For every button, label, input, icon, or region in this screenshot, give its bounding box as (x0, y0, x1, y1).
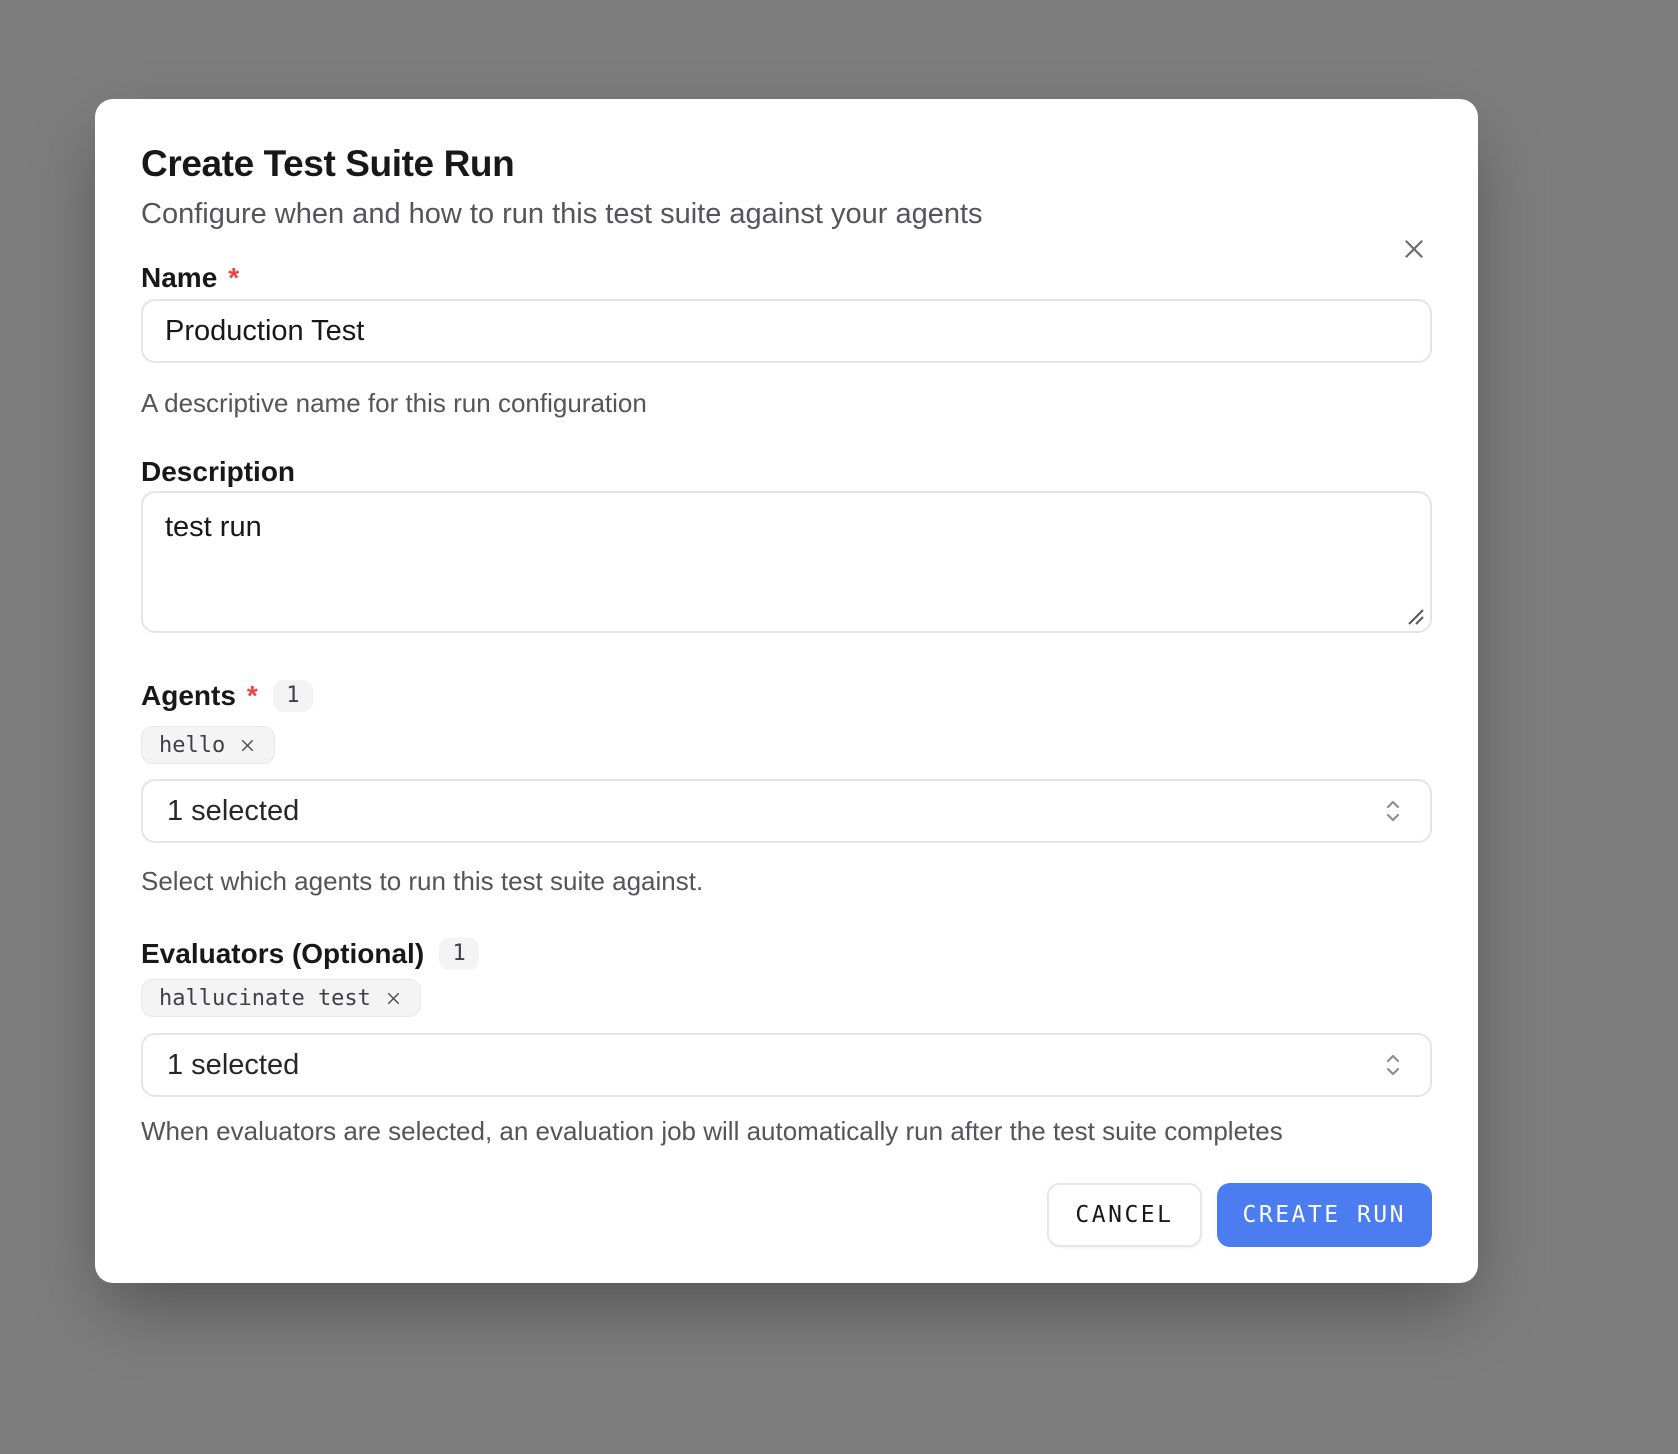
evaluators-chip-row: hallucinate test (141, 979, 1432, 1017)
evaluators-select[interactable]: 1 selected (141, 1033, 1432, 1097)
agents-chip-row: hello (141, 726, 1432, 764)
agents-count-badge: 1 (273, 680, 313, 712)
close-icon (1401, 236, 1427, 262)
agents-helper-text: Select which agents to run this test sui… (141, 865, 1432, 897)
evaluators-label-row: Evaluators (Optional) 1 (141, 937, 1432, 971)
close-button[interactable] (1392, 227, 1436, 271)
evaluators-count-badge: 1 (439, 938, 479, 970)
agents-label: Agents (141, 679, 236, 713)
description-label: Description (141, 455, 295, 489)
dialog-title: Create Test Suite Run (141, 141, 1432, 187)
agents-label-row: Agents * 1 (141, 679, 1432, 713)
create-run-button[interactable]: CREATE RUN (1217, 1183, 1432, 1247)
description-label-row: Description (141, 455, 1432, 489)
dialog-footer: CANCEL CREATE RUN (141, 1183, 1432, 1247)
agents-select-value: 1 selected (167, 795, 299, 828)
name-label-row: Name * (141, 261, 1432, 295)
remove-agent-icon[interactable] (238, 736, 257, 755)
description-textarea[interactable]: test run (141, 491, 1432, 633)
chevron-up-down-icon (1380, 1050, 1406, 1080)
chevron-up-down-icon (1380, 796, 1406, 826)
agent-chip-label: hello (159, 733, 225, 758)
description-textarea-wrap: test run (141, 491, 1432, 633)
name-helper-text: A descriptive name for this run configur… (141, 387, 1432, 419)
name-label: Name (141, 261, 217, 295)
agents-required-asterisk: * (247, 679, 258, 713)
dialog-subtitle: Configure when and how to run this test … (141, 195, 1432, 233)
evaluator-chip-hallucinate-test: hallucinate test (141, 979, 421, 1017)
agents-select[interactable]: 1 selected (141, 779, 1432, 843)
evaluators-select-value: 1 selected (167, 1049, 299, 1082)
evaluators-label: Evaluators (Optional) (141, 937, 424, 971)
agent-chip-hello: hello (141, 726, 275, 764)
evaluator-chip-label: hallucinate test (159, 986, 371, 1011)
name-input[interactable] (141, 299, 1432, 363)
evaluators-helper-text: When evaluators are selected, an evaluat… (141, 1115, 1432, 1147)
remove-evaluator-icon[interactable] (384, 989, 403, 1008)
cancel-button[interactable]: CANCEL (1047, 1183, 1201, 1247)
create-test-suite-run-dialog: Create Test Suite Run Configure when and… (95, 99, 1478, 1283)
name-required-asterisk: * (228, 261, 239, 295)
